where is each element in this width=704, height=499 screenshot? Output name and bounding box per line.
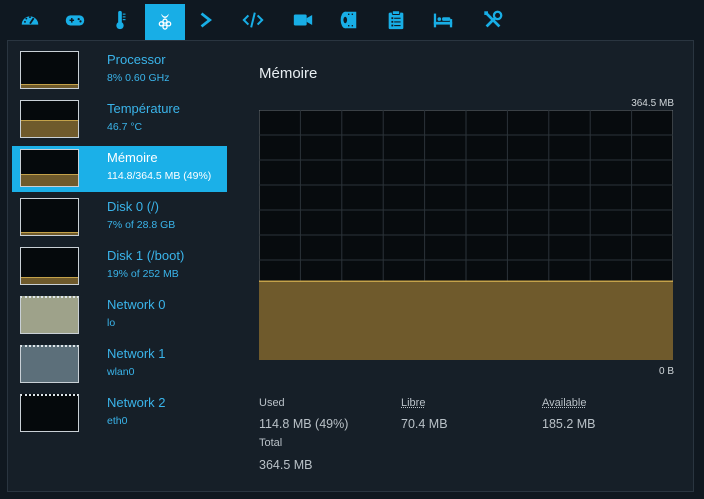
memory-usage-point [279, 280, 281, 282]
available-label[interactable]: Available [542, 397, 586, 409]
sidebar-item-m-moire[interactable]: Mémoire 114.8/364.5 MB (49%) [12, 146, 227, 192]
memory-usage-point [361, 280, 364, 282]
tab-film[interactable] [328, 2, 368, 38]
sidebar-item-label: Mémoire [107, 150, 158, 165]
sidebar-thumbnail-graph [20, 149, 79, 187]
sidebar-item-network-1[interactable]: Network 1 wlan0 [12, 342, 227, 388]
sidebar-item-value: lo [107, 317, 116, 329]
sidebar-item-value: eth0 [107, 415, 128, 427]
memory-usage-point [403, 280, 405, 282]
video-camera-icon [293, 14, 313, 26]
main-panel: Processor 8% 0.60 GHz Température 46.7 °C Mé… [7, 40, 694, 492]
sidebar-item-temp-rature[interactable]: Température 46.7 °C [12, 97, 227, 143]
terminal-icon [200, 12, 212, 28]
tab-dashboard[interactable] [10, 2, 50, 38]
sidebar-item-value: wlan0 [107, 366, 135, 378]
memory-usage-point [527, 280, 529, 282]
sidebar-item-label: Disk 1 (/boot) [107, 248, 185, 263]
sidebar-thumbnail-graph [20, 247, 79, 285]
memory-usage-point [651, 280, 653, 282]
available-value: 185.2 MB [542, 417, 596, 431]
sidebar-item-value: 19% of 252 MB [107, 268, 179, 280]
thumbnail-fill [21, 120, 78, 137]
thermometer-icon [116, 10, 126, 30]
libre-value: 70.4 MB [401, 417, 448, 431]
sidebar-thumbnail-graph [20, 198, 79, 236]
used-value: 114.8 MB (49%) [259, 417, 349, 431]
memory-usage-point [382, 280, 384, 282]
sidebar-item-value: 8% 0.60 GHz [107, 72, 170, 84]
memory-usage-point [631, 280, 633, 282]
sidebar-item-label: Network 0 [107, 297, 166, 312]
memory-usage-point [486, 280, 488, 282]
gamepad-icon [65, 15, 85, 26]
thumbnail-fill [21, 277, 78, 284]
memory-usage-point [320, 280, 322, 282]
sidebar-item-value: 114.8/364.5 MB (49%) [107, 170, 212, 182]
memory-usage-point [341, 280, 343, 282]
memory-usage-point [610, 280, 612, 282]
memory-usage-point [548, 280, 550, 282]
tab-raspberry[interactable] [145, 4, 185, 40]
total-value: 364.5 MB [259, 458, 313, 472]
libre-label[interactable]: Libre [401, 397, 425, 409]
sidebar-item-label: Network 2 [107, 395, 166, 410]
top-toolbar [0, 0, 704, 40]
code-icon [242, 12, 264, 28]
sidebar-item-value: 7% of 28.8 GB [107, 219, 176, 231]
used-label: Used [259, 397, 285, 409]
sidebar-item-processor[interactable]: Processor 8% 0.60 GHz [12, 48, 227, 94]
sidebar-item-value: 46.7 °C [107, 121, 143, 133]
sidebar-item-label: Température [107, 101, 180, 116]
clipboard-list-icon [388, 10, 404, 30]
tools-icon [484, 10, 503, 28]
thumbnail-fill [21, 174, 78, 186]
memory-usage-point [589, 280, 591, 282]
sidebar-item-disk-0[interactable]: Disk 0 (/) 7% of 28.8 GB [12, 195, 227, 241]
chart-max-label: 364.5 MB [631, 98, 674, 109]
film-roll-icon [340, 11, 357, 29]
tab-gamepad[interactable] [55, 2, 95, 38]
sidebar-thumbnail-graph [20, 100, 79, 138]
sidebar-thumbnail-graph [20, 345, 79, 383]
dashboard-icon [21, 16, 39, 25]
sidebar-item-disk-1-boot[interactable]: Disk 1 (/boot) 19% of 252 MB [12, 244, 227, 290]
bed-icon [433, 13, 453, 28]
chart-min-label: 0 B [658, 366, 674, 377]
memory-usage-point [568, 280, 571, 282]
memory-usage-point [465, 280, 467, 282]
total-label: Total [259, 437, 283, 449]
thumbnail-fill [21, 232, 78, 235]
sidebar-item-label: Disk 0 (/) [107, 199, 159, 214]
tab-video[interactable] [283, 2, 323, 38]
memory-usage-point [424, 280, 426, 282]
raspberry-icon [158, 13, 172, 30]
sidebar-thumbnail-graph [20, 296, 79, 334]
tab-code[interactable] [233, 2, 273, 38]
tab-terminal[interactable] [187, 2, 227, 38]
memory-usage-point [299, 280, 301, 282]
thumbnail-fill [21, 84, 78, 88]
memory-usage-point [444, 280, 446, 282]
tab-temperature[interactable] [100, 2, 140, 38]
sidebar-item-label: Network 1 [107, 346, 166, 361]
tab-bed[interactable] [423, 2, 463, 38]
sidebar-item-label: Processor [107, 52, 166, 67]
sidebar-item-network-0[interactable]: Network 0 lo [12, 293, 227, 339]
memory-usage-point [506, 280, 508, 282]
detail-title: Mémoire [259, 65, 318, 82]
memory-usage-chart [259, 110, 673, 360]
tab-clipboard[interactable] [376, 2, 416, 38]
sidebar-thumbnail-graph [20, 51, 79, 89]
sidebar-item-network-2[interactable]: Network 2 eth0 [12, 391, 227, 437]
memory-usage-area [259, 281, 673, 360]
sidebar-thumbnail-graph [20, 394, 79, 432]
tab-tools[interactable] [473, 2, 513, 38]
